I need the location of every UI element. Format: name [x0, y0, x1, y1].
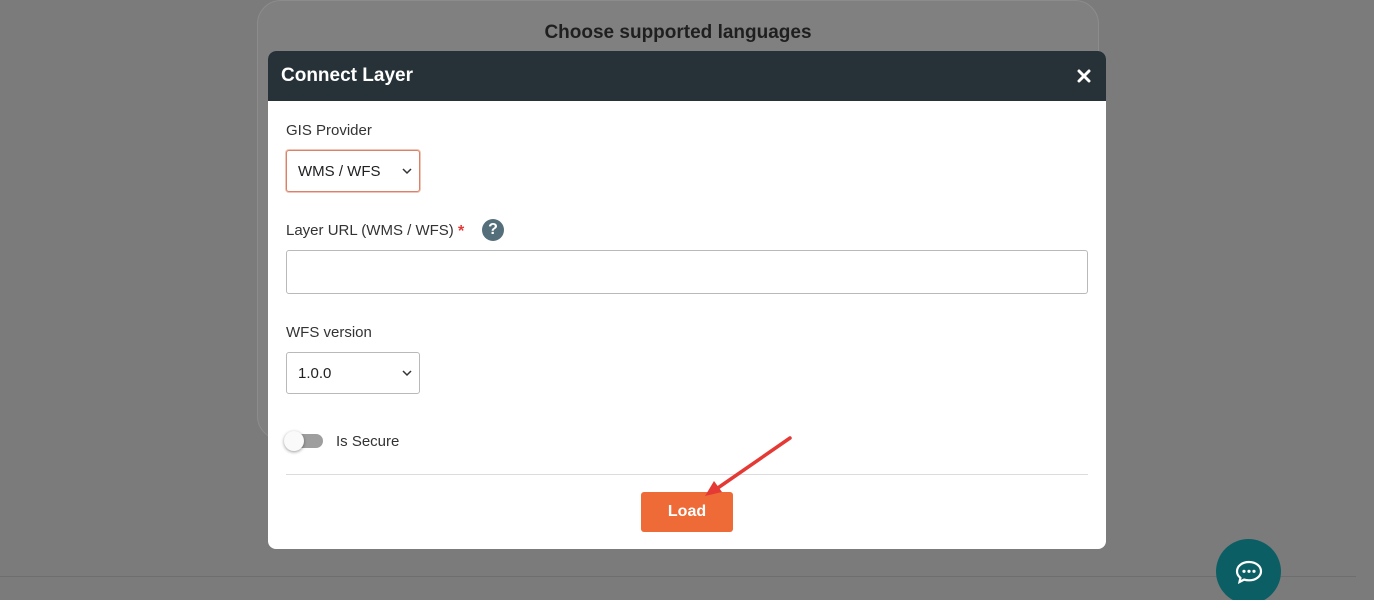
chevron-down-icon — [402, 370, 412, 377]
wfs-version-select[interactable]: 1.0.0 — [286, 352, 420, 394]
is-secure-toggle[interactable] — [284, 431, 324, 451]
background-divider — [0, 576, 1356, 577]
load-button[interactable]: Load — [641, 492, 733, 532]
required-marker: * — [458, 223, 465, 240]
footer-divider — [286, 474, 1088, 475]
wfs-version-label: WFS version — [286, 324, 372, 341]
chat-button[interactable] — [1216, 539, 1281, 600]
gis-provider-select[interactable]: WMS / WFS — [286, 150, 420, 192]
wfs-version-value: 1.0.0 — [298, 364, 332, 382]
chat-bubble-icon — [1235, 560, 1262, 584]
modal-title: Connect Layer — [281, 65, 413, 86]
question-circle-icon[interactable]: ? — [482, 219, 504, 241]
layer-url-input[interactable] — [286, 250, 1088, 294]
toggle-knob — [284, 431, 304, 451]
close-icon — [1077, 69, 1091, 83]
gis-provider-value: WMS / WFS — [298, 162, 381, 180]
close-button[interactable] — [1074, 66, 1094, 86]
is-secure-label: Is Secure — [336, 433, 400, 450]
connect-layer-modal: Connect Layer GIS Provider WMS / WFS Lay… — [268, 51, 1106, 549]
background-page-title: Choose supported languages — [544, 22, 812, 43]
gis-provider-label: GIS Provider — [286, 122, 372, 139]
chevron-down-icon — [402, 168, 412, 175]
layer-url-label: Layer URL (WMS / WFS) — [286, 222, 454, 239]
modal-header: Connect Layer — [268, 51, 1106, 101]
